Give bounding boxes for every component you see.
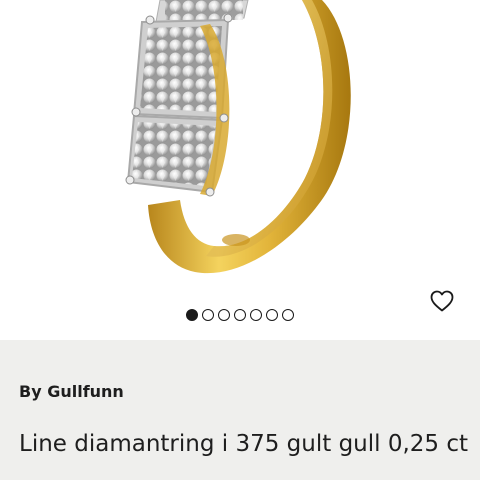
brand-name[interactable]: By Gullfunn <box>19 382 124 401</box>
favorite-button[interactable] <box>428 288 456 314</box>
product-page: By Gullfunn Line diamantring i 375 gult … <box>0 0 480 480</box>
gallery-dot-5[interactable] <box>250 309 262 321</box>
gallery-dot-4[interactable] <box>234 309 246 321</box>
gallery-dot-3[interactable] <box>218 309 230 321</box>
product-image-gallery[interactable] <box>0 0 480 340</box>
gallery-pagination <box>0 309 480 321</box>
gallery-dot-6[interactable] <box>266 309 278 321</box>
product-image[interactable] <box>0 0 480 300</box>
product-title: Line diamantring i 375 gult gull 0,25 ct <box>19 431 469 457</box>
gallery-dot-7[interactable] <box>282 309 294 321</box>
heart-outline-icon <box>430 290 454 312</box>
gallery-dot-2[interactable] <box>202 309 214 321</box>
gallery-dot-1[interactable] <box>186 309 198 321</box>
